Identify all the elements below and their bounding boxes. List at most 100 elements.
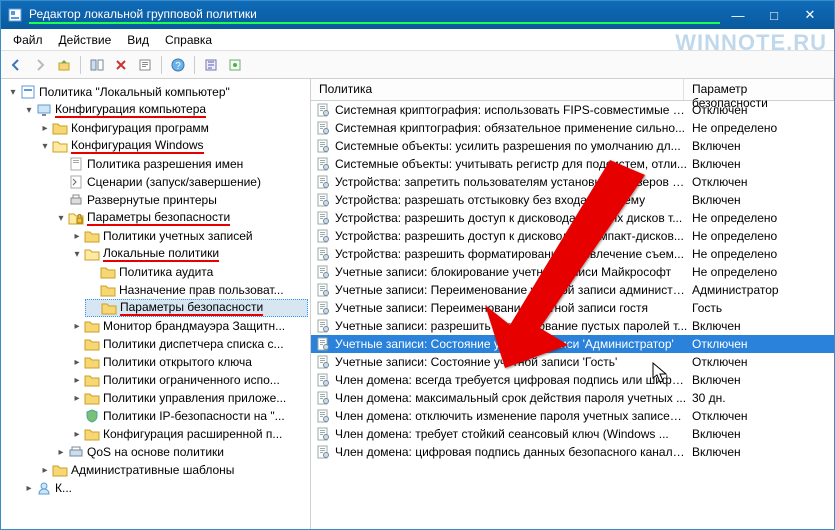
list-row[interactable]: Системные объекты: усилить разрешения по… [311, 137, 834, 155]
list-row[interactable]: Устройства: разрешать отстыковку без вхо… [311, 191, 834, 209]
expand-icon[interactable]: ▸ [23, 483, 35, 494]
policy-name: Устройства: разрешить доступ к дисковода… [335, 229, 688, 243]
expand-icon[interactable]: ▸ [39, 465, 51, 476]
expand-icon[interactable]: ▸ [71, 393, 83, 404]
tree-item[interactable]: ▸Конфигурация программ [37, 119, 308, 137]
list-body[interactable]: Системная криптография: использовать FIP… [311, 101, 834, 529]
back-button[interactable] [5, 54, 27, 76]
list-row[interactable]: Учетные записи: Переименование учетной з… [311, 281, 834, 299]
menu-help[interactable]: Справка [157, 31, 220, 49]
forward-button[interactable] [29, 54, 51, 76]
policy-name: Системная криптография: использовать FIP… [335, 103, 688, 117]
filter-button[interactable] [200, 54, 222, 76]
help-button[interactable]: ? [167, 54, 189, 76]
security-icon [68, 210, 84, 226]
tree-item[interactable]: ▸Политики управления приложе... [69, 389, 308, 407]
tree-pane[interactable]: ▾ Политика "Локальный компьютер" ▾ Конфи… [1, 79, 311, 529]
menu-view[interactable]: Вид [119, 31, 157, 49]
tree-item[interactable]: ▸Монитор брандмауэра Защитн... [69, 317, 308, 335]
expand-icon[interactable]: ▾ [71, 249, 83, 260]
tree-item[interactable]: ▸К... [21, 479, 308, 497]
app-icon [7, 7, 23, 23]
tree-security-options[interactable]: Параметры безопасности [85, 299, 308, 317]
tree-item[interactable]: Политики диспетчера списка с... [69, 335, 308, 353]
shield-icon [84, 408, 100, 424]
printer-icon [68, 192, 84, 208]
maximize-button[interactable]: □ [756, 5, 792, 25]
tree-item[interactable]: Политика разрешения имен [53, 155, 308, 173]
tree-item[interactable]: Сценарии (запуск/завершение) [53, 173, 308, 191]
expand-icon[interactable]: ▾ [39, 141, 51, 152]
tree-item[interactable]: ▸Административные шаблоны [37, 461, 308, 479]
delete-button[interactable] [110, 54, 132, 76]
expand-icon[interactable]: ▸ [39, 123, 51, 134]
show-hide-tree-button[interactable] [86, 54, 108, 76]
tree-item[interactable]: Развернутые принтеры [53, 191, 308, 209]
list-row[interactable]: Системная криптография: обязательное при… [311, 119, 834, 137]
expand-icon[interactable]: ▾ [7, 87, 19, 98]
policy-param: Отключен [688, 103, 830, 117]
tree-local-policies[interactable]: ▾Локальные политики [69, 245, 308, 263]
list-row[interactable]: Член домена: требует стойкий сеансовый к… [311, 425, 834, 443]
tree-item[interactable]: Назначение прав пользоват... [85, 281, 308, 299]
tree-item[interactable]: ▸QoS на основе политики [53, 443, 308, 461]
tree-item[interactable]: ▸Политики учетных записей [69, 227, 308, 245]
view-button[interactable] [224, 54, 246, 76]
policy-param: Включен [688, 193, 830, 207]
expand-icon[interactable]: ▸ [55, 447, 67, 458]
tree-item[interactable]: Политика аудита [85, 263, 308, 281]
expand-icon[interactable]: ▸ [71, 429, 83, 440]
list-row[interactable]: Устройства: запретить пользователям уста… [311, 173, 834, 191]
list-row[interactable]: Учетные записи: Переименование учетной з… [311, 299, 834, 317]
minimize-button[interactable]: ― [720, 5, 756, 25]
tree-root[interactable]: ▾ Политика "Локальный компьютер" [5, 83, 308, 101]
user-icon [36, 480, 52, 496]
policy-item-icon [315, 372, 331, 388]
list-row[interactable]: Член домена: отключить изменение пароля … [311, 407, 834, 425]
list-row[interactable]: Учетные записи: блокирование учетной зап… [311, 263, 834, 281]
policy-name: Учетные записи: Состояние учетной записи… [335, 355, 688, 369]
list-row[interactable]: Системные объекты: учитывать регистр для… [311, 155, 834, 173]
column-policy[interactable]: Политика [311, 79, 684, 100]
tree-item[interactable]: ▸Политики ограниченного испо... [69, 371, 308, 389]
window-frame: Редактор локальной групповой политики ― … [0, 0, 835, 530]
list-row[interactable]: Учетные записи: разрешить использование … [311, 317, 834, 335]
titlebar[interactable]: Редактор локальной групповой политики ― … [1, 1, 834, 29]
tree-security-settings[interactable]: ▾Параметры безопасности [53, 209, 308, 227]
expand-icon[interactable]: ▸ [71, 321, 83, 332]
tree-windows-config[interactable]: ▾Конфигурация Windows [37, 137, 308, 155]
folder-icon [84, 336, 100, 352]
policy-param: Гость [688, 301, 830, 315]
tree-item[interactable]: ▸Конфигурация расширенной п... [69, 425, 308, 443]
up-button[interactable] [53, 54, 75, 76]
list-row[interactable]: Учетные записи: Состояние учетной записи… [311, 353, 834, 371]
list-row[interactable]: Член домена: цифровая подпись данных без… [311, 443, 834, 461]
list-row[interactable]: Системная криптография: использовать FIP… [311, 101, 834, 119]
column-param[interactable]: Параметр безопасности [684, 79, 834, 100]
list-row[interactable]: Устройства: разрешить доступ к дисковода… [311, 227, 834, 245]
policy-item-icon [315, 354, 331, 370]
expand-icon[interactable]: ▸ [71, 375, 83, 386]
tree-item[interactable]: ▸Политики открытого ключа [69, 353, 308, 371]
expand-icon[interactable]: ▸ [71, 357, 83, 368]
properties-button[interactable] [134, 54, 156, 76]
list-row[interactable]: Член домена: максимальный срок действия … [311, 389, 834, 407]
tree-item[interactable]: Политики IP-безопасности на "... [69, 407, 308, 425]
list-row[interactable]: Член домена: всегда требуется цифровая п… [311, 371, 834, 389]
expand-icon[interactable]: ▾ [55, 213, 67, 224]
close-button[interactable]: ✕ [792, 5, 828, 25]
folder-icon [84, 426, 100, 442]
expand-icon[interactable]: ▸ [71, 231, 83, 242]
toolbar-separator [161, 56, 162, 74]
list-row[interactable]: Учетные записи: Состояние учетной записи… [311, 335, 834, 353]
policy-name: Член домена: требует стойкий сеансовый к… [335, 427, 688, 441]
list-row[interactable]: Устройства: разрешить доступ к дисковода… [311, 209, 834, 227]
policy-item-icon [315, 318, 331, 334]
folder-icon [100, 264, 116, 280]
list-row[interactable]: Устройства: разрешить форматирование и и… [311, 245, 834, 263]
menu-file[interactable]: Файл [5, 31, 51, 49]
tree-computer-config[interactable]: ▾ Конфигурация компьютера [21, 101, 308, 119]
expand-icon[interactable]: ▾ [23, 105, 35, 116]
policy-item-icon [315, 246, 331, 262]
menu-action[interactable]: Действие [51, 31, 120, 49]
